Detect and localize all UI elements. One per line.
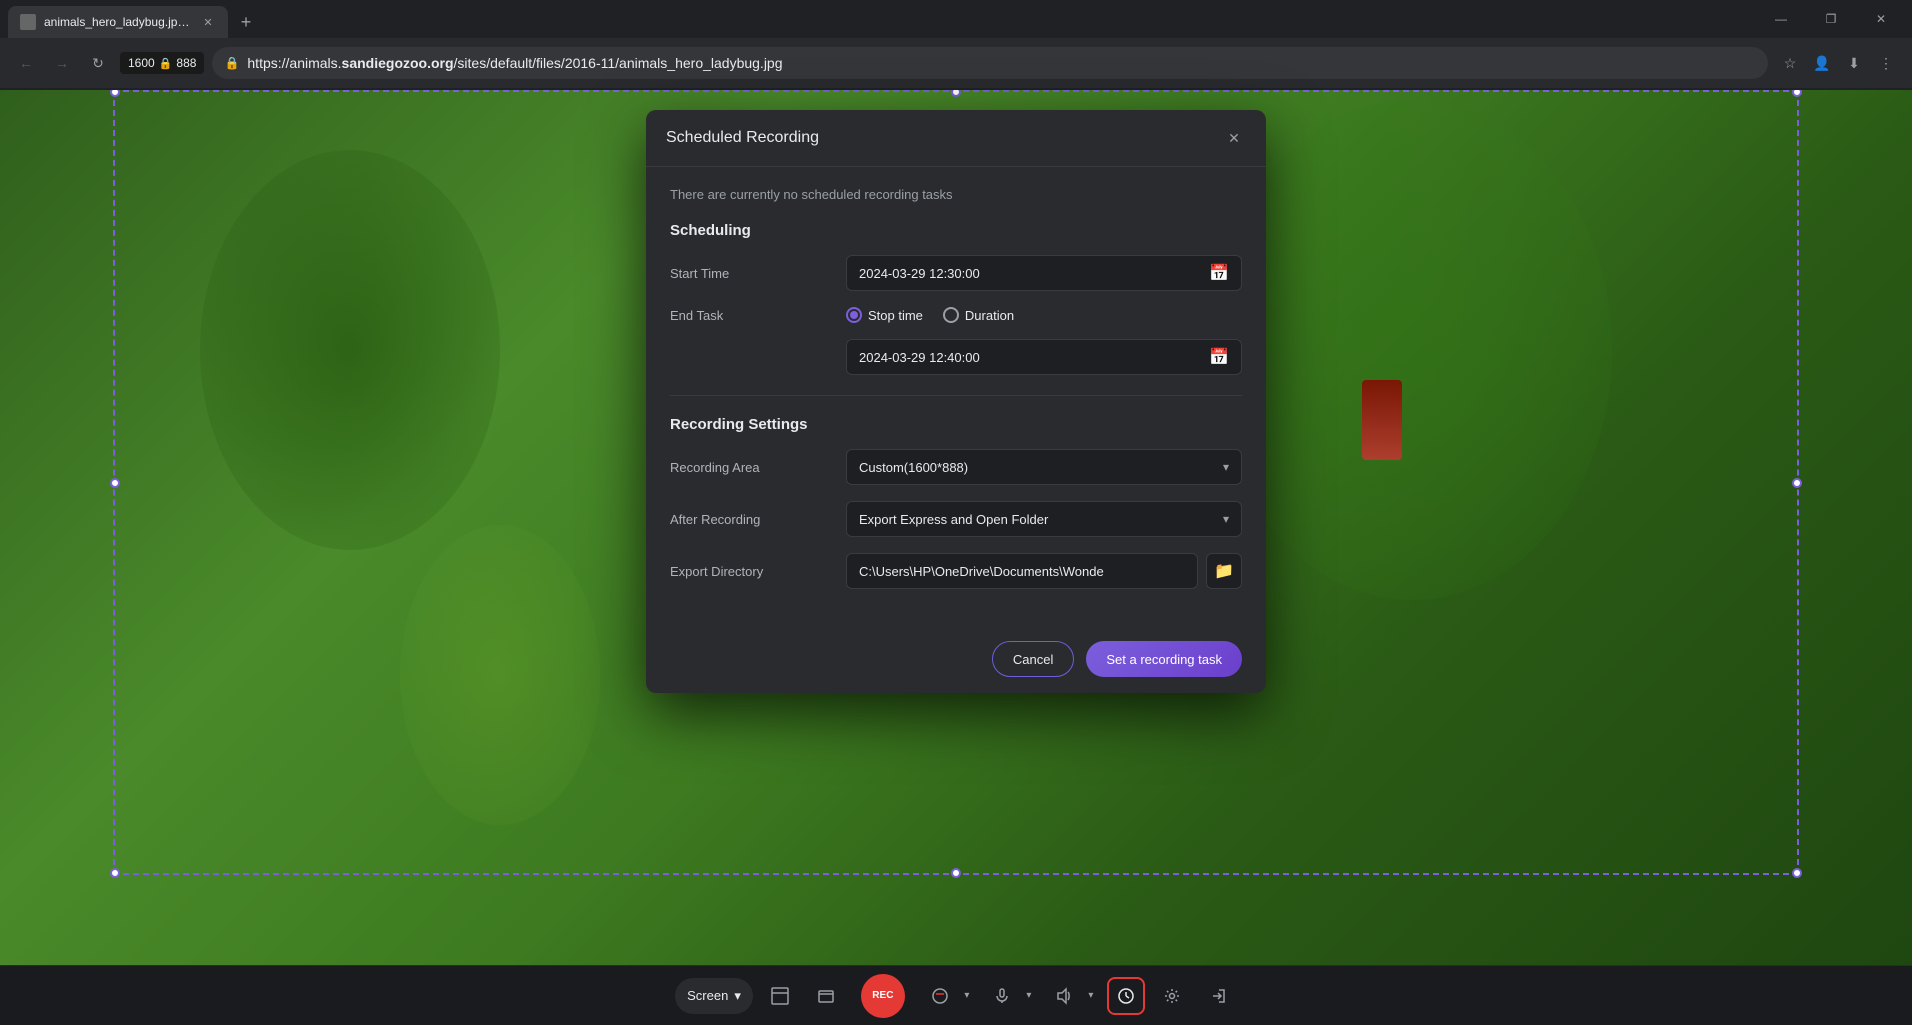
end-time-calendar-icon: 📅 (1209, 347, 1229, 367)
mic-dropdown-arrow[interactable]: ▾ (1021, 977, 1037, 1015)
recording-settings-title: Recording Settings (670, 416, 1242, 433)
export-directory-label: Export Directory (670, 564, 830, 579)
audio-arrow-icon: ▾ (964, 990, 969, 1001)
recording-area-value: Custom(1600*888) (859, 460, 968, 475)
bottom-toolbar: Screen ▾ REC ▾ (0, 965, 1912, 1025)
after-recording-label: After Recording (670, 512, 830, 527)
dialog-overlay: Scheduled Recording ✕ There are currentl… (0, 0, 1912, 1025)
recording-area-dropdown[interactable]: Custom(1600*888) ▾ (846, 449, 1242, 485)
stop-time-radio-circle (846, 307, 862, 323)
no-tasks-message: There are currently no scheduled recordi… (670, 187, 1242, 202)
end-task-control: Stop time Duration (846, 307, 1242, 323)
export-directory-control: C:\Users\HP\OneDrive\Documents\Wonde 📁 (846, 553, 1242, 589)
screen-mode-label: Screen (687, 988, 728, 1003)
start-time-control: 2024-03-29 12:30:00 📅 (846, 255, 1242, 291)
fullscreen-button[interactable] (761, 977, 799, 1015)
browse-folder-button[interactable]: 📁 (1206, 553, 1242, 589)
mic-arrow-icon: ▾ (1026, 990, 1031, 1001)
folder-icon: 📁 (1214, 561, 1234, 581)
exit-button[interactable] (1199, 977, 1237, 1015)
start-time-label: Start Time (670, 266, 830, 281)
rec-label: REC (872, 990, 893, 1001)
export-dir-row: C:\Users\HP\OneDrive\Documents\Wonde 📁 (846, 553, 1242, 589)
settings-button[interactable] (1153, 977, 1191, 1015)
record-button[interactable]: REC (861, 974, 905, 1018)
recording-area-dropdown-arrow: ▾ (1223, 460, 1229, 474)
audio-button[interactable] (921, 977, 959, 1015)
recording-area-control: Custom(1600*888) ▾ (846, 449, 1242, 485)
after-recording-dropdown[interactable]: Export Express and Open Folder ▾ (846, 501, 1242, 537)
screen-mode-arrow: ▾ (734, 988, 741, 1004)
after-recording-control: Export Express and Open Folder ▾ (846, 501, 1242, 537)
scheduled-recording-dialog: Scheduled Recording ✕ There are currentl… (646, 110, 1266, 693)
audio-dropdown-arrow[interactable]: ▾ (959, 977, 975, 1015)
stop-time-radio[interactable]: Stop time (846, 307, 923, 323)
dialog-header: Scheduled Recording ✕ (646, 110, 1266, 167)
after-recording-dropdown-arrow: ▾ (1223, 512, 1229, 526)
after-recording-row: After Recording Export Express and Open … (670, 501, 1242, 537)
start-time-calendar-icon: 📅 (1209, 263, 1229, 283)
after-recording-value: Export Express and Open Folder (859, 512, 1048, 527)
volume-arrow-icon: ▾ (1088, 990, 1093, 1001)
end-task-row: End Task Stop time Duration (670, 307, 1242, 323)
start-time-value: 2024-03-29 12:30:00 (859, 266, 980, 281)
dialog-title: Scheduled Recording (666, 129, 819, 147)
start-time-row: Start Time 2024-03-29 12:30:00 📅 (670, 255, 1242, 291)
mic-group: ▾ (983, 977, 1037, 1015)
recording-area-label: Recording Area (670, 460, 830, 475)
dialog-body: There are currently no scheduled recordi… (646, 167, 1266, 625)
audio-group: ▾ (921, 977, 975, 1015)
stop-time-label: Stop time (868, 308, 923, 323)
end-time-row: 2024-03-29 12:40:00 📅 (670, 339, 1242, 375)
end-time-value: 2024-03-29 12:40:00 (859, 350, 980, 365)
volume-dropdown-arrow[interactable]: ▾ (1083, 977, 1099, 1015)
end-time-input[interactable]: 2024-03-29 12:40:00 📅 (846, 339, 1242, 375)
set-recording-task-button[interactable]: Set a recording task (1086, 641, 1242, 677)
start-time-input[interactable]: 2024-03-29 12:30:00 📅 (846, 255, 1242, 291)
screen-mode-dropdown[interactable]: Screen ▾ (675, 978, 753, 1014)
dialog-close-button[interactable]: ✕ (1222, 126, 1246, 150)
scheduling-section-title: Scheduling (670, 222, 1242, 239)
end-time-control: 2024-03-29 12:40:00 📅 (846, 339, 1242, 375)
schedule-button[interactable] (1107, 977, 1145, 1015)
duration-radio[interactable]: Duration (943, 307, 1014, 323)
duration-radio-circle (943, 307, 959, 323)
volume-group: ▾ (1045, 977, 1099, 1015)
end-task-label: End Task (670, 308, 830, 323)
cancel-button[interactable]: Cancel (992, 641, 1074, 677)
end-task-radio-group: Stop time Duration (846, 307, 1242, 323)
mic-button[interactable] (983, 977, 1021, 1015)
volume-button[interactable] (1045, 977, 1083, 1015)
export-directory-value: C:\Users\HP\OneDrive\Documents\Wonde (859, 564, 1104, 579)
export-directory-row: Export Directory C:\Users\HP\OneDrive\Do… (670, 553, 1242, 589)
dialog-footer: Cancel Set a recording task (646, 625, 1266, 693)
recording-area-row: Recording Area Custom(1600*888) ▾ (670, 449, 1242, 485)
duration-label: Duration (965, 308, 1014, 323)
section-divider (670, 395, 1242, 396)
export-directory-input[interactable]: C:\Users\HP\OneDrive\Documents\Wonde (846, 553, 1198, 589)
window-capture-button[interactable] (807, 977, 845, 1015)
